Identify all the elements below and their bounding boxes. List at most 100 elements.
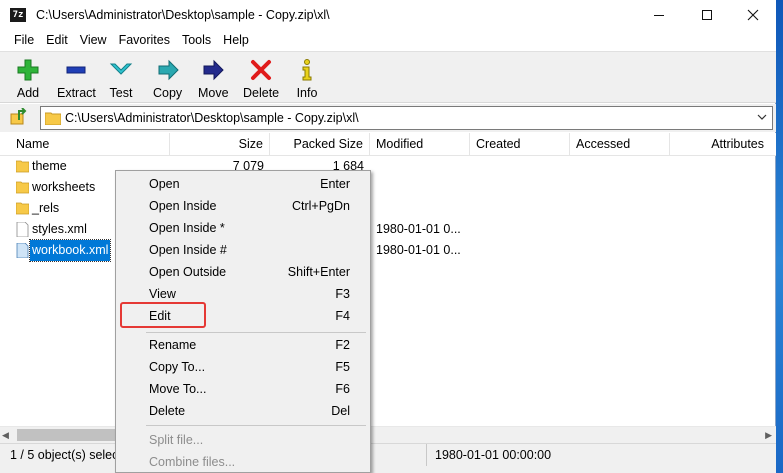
column-header-attributes[interactable]: Attributes	[670, 133, 770, 156]
folder-icon	[16, 160, 29, 173]
menu-item-open-outside[interactable]: Open Outside Shift+Enter	[116, 261, 370, 283]
maximize-icon	[702, 10, 712, 20]
menu-item-open-inside[interactable]: Open Inside Ctrl+PgDn	[116, 195, 370, 217]
status-modified: 1980-01-01 00:00:00	[426, 444, 626, 466]
path-text: C:\Users\Administrator\Desktop\sample - …	[65, 111, 359, 125]
maximize-button[interactable]	[684, 0, 730, 30]
column-header-modified[interactable]: Modified	[370, 133, 470, 156]
menu-item-shortcut: F2	[335, 338, 350, 352]
info-button[interactable]: Info	[295, 54, 319, 100]
address-bar: C:\Users\Administrator\Desktop\sample - …	[0, 104, 776, 132]
menu-item-copy-to[interactable]: Copy To... F5	[116, 356, 370, 378]
menu-item-label: View	[149, 287, 176, 301]
menu-item-move-to[interactable]: Move To... F6	[116, 378, 370, 400]
menu-item-rename[interactable]: Rename F2	[116, 334, 370, 356]
menu-item-shortcut: F4	[335, 309, 350, 323]
column-header-name[interactable]: Name	[0, 133, 170, 156]
scroll-left-icon[interactable]: ◀	[2, 430, 9, 441]
menu-item-open-inside-star[interactable]: Open Inside *	[116, 217, 370, 239]
menu-item-shortcut: Ctrl+PgDn	[291, 199, 350, 213]
menu-item-label: Combine files...	[149, 455, 236, 469]
menu-separator	[146, 425, 366, 426]
menu-separator	[146, 332, 366, 333]
minimize-icon	[654, 14, 664, 16]
app-icon: 7z	[10, 8, 26, 22]
test-label: Test	[109, 86, 133, 100]
context-menu: Open Enter Open Inside Ctrl+PgDn Open In…	[115, 170, 371, 473]
menu-item-shortcut: Shift+Enter	[287, 265, 350, 279]
copy-icon	[158, 59, 179, 81]
column-headers: Name Size Packed Size Modified Created A…	[0, 133, 776, 156]
status-selection: 1 / 5 object(s) selected	[6, 444, 116, 466]
info-icon	[302, 59, 312, 81]
menu-item-open-inside-hash[interactable]: Open Inside #	[116, 239, 370, 261]
menu-item-label: Open Inside	[149, 199, 217, 213]
file-name: workbook.xml	[28, 239, 112, 262]
file-modified: 1980-01-01 0...	[376, 222, 461, 236]
move-button[interactable]: Move	[198, 54, 229, 100]
menu-item-label: Move To...	[149, 382, 207, 396]
column-header-size[interactable]: Size	[170, 133, 270, 156]
menu-item-label: Open	[149, 177, 180, 191]
menu-item-shortcut: F3	[335, 287, 350, 301]
menu-tools[interactable]: Tools	[176, 30, 217, 51]
close-icon	[747, 9, 759, 21]
extract-icon	[66, 66, 86, 74]
path-field[interactable]: C:\Users\Administrator\Desktop\sample - …	[40, 106, 773, 130]
column-header-packed-size[interactable]: Packed Size	[270, 133, 370, 156]
menu-view[interactable]: View	[74, 30, 113, 51]
add-icon	[17, 59, 39, 81]
menu-item-label: Copy To...	[149, 360, 206, 374]
copy-button[interactable]: Copy	[153, 54, 182, 100]
column-header-created[interactable]: Created	[470, 133, 570, 156]
file-name: styles.xml	[32, 222, 87, 236]
menu-favorites[interactable]: Favorites	[113, 30, 176, 51]
menu-item-delete[interactable]: Delete Del	[116, 400, 370, 422]
menu-item-label: Rename	[149, 338, 197, 352]
toolbar: Add Extract Test Copy Move Delete Info	[0, 51, 776, 103]
test-icon	[109, 63, 133, 75]
menu-item-combine-files: Combine files...	[116, 451, 370, 473]
menu-item-shortcut: Del	[331, 404, 350, 418]
menu-item-split-file: Split file...	[116, 429, 370, 451]
menu-item-label: Open Outside	[149, 265, 227, 279]
scroll-right-icon[interactable]: ▶	[765, 430, 772, 441]
move-label: Move	[198, 86, 229, 100]
minimize-button[interactable]	[636, 0, 682, 30]
file-name: theme	[32, 159, 67, 173]
column-header-accessed[interactable]: Accessed	[570, 133, 670, 156]
add-button[interactable]: Add	[16, 54, 40, 100]
menu-help[interactable]: Help	[217, 30, 255, 51]
file-name: worksheets	[32, 180, 96, 194]
menu-file[interactable]: File	[8, 30, 40, 51]
menu-item-label: Open Inside *	[149, 221, 225, 235]
menu-item-label: Edit	[149, 309, 171, 323]
file-modified: 1980-01-01 0...	[376, 243, 461, 257]
extract-button[interactable]: Extract	[57, 54, 96, 100]
window-title: C:\Users\Administrator\Desktop\sample - …	[36, 8, 330, 22]
menu-item-view[interactable]: View F3	[116, 283, 370, 305]
menu-item-open[interactable]: Open Enter	[116, 173, 370, 195]
menu-item-shortcut: F5	[335, 360, 350, 374]
file-icon	[16, 243, 29, 258]
info-label: Info	[296, 86, 318, 100]
delete-button[interactable]: Delete	[243, 54, 279, 100]
file-name: _rels	[32, 201, 60, 215]
menu-edit[interactable]: Edit	[40, 30, 74, 51]
up-folder-icon[interactable]	[10, 108, 28, 126]
chevron-down-icon[interactable]	[756, 111, 768, 123]
menu-item-label: Split file...	[149, 433, 204, 447]
extract-label: Extract	[57, 86, 96, 100]
menu-item-label: Delete	[149, 404, 186, 418]
menu-item-edit[interactable]: Edit F4	[116, 305, 370, 327]
folder-icon	[45, 112, 61, 125]
test-button[interactable]: Test	[109, 54, 133, 100]
add-label: Add	[16, 86, 40, 100]
close-button[interactable]	[730, 0, 776, 30]
menu-bar: File Edit View Favorites Tools Help	[0, 30, 776, 51]
menu-item-shortcut: Enter	[320, 177, 350, 191]
delete-label: Delete	[243, 86, 280, 100]
copy-label: Copy	[153, 86, 183, 100]
file-icon	[16, 222, 29, 237]
move-icon	[203, 59, 224, 81]
